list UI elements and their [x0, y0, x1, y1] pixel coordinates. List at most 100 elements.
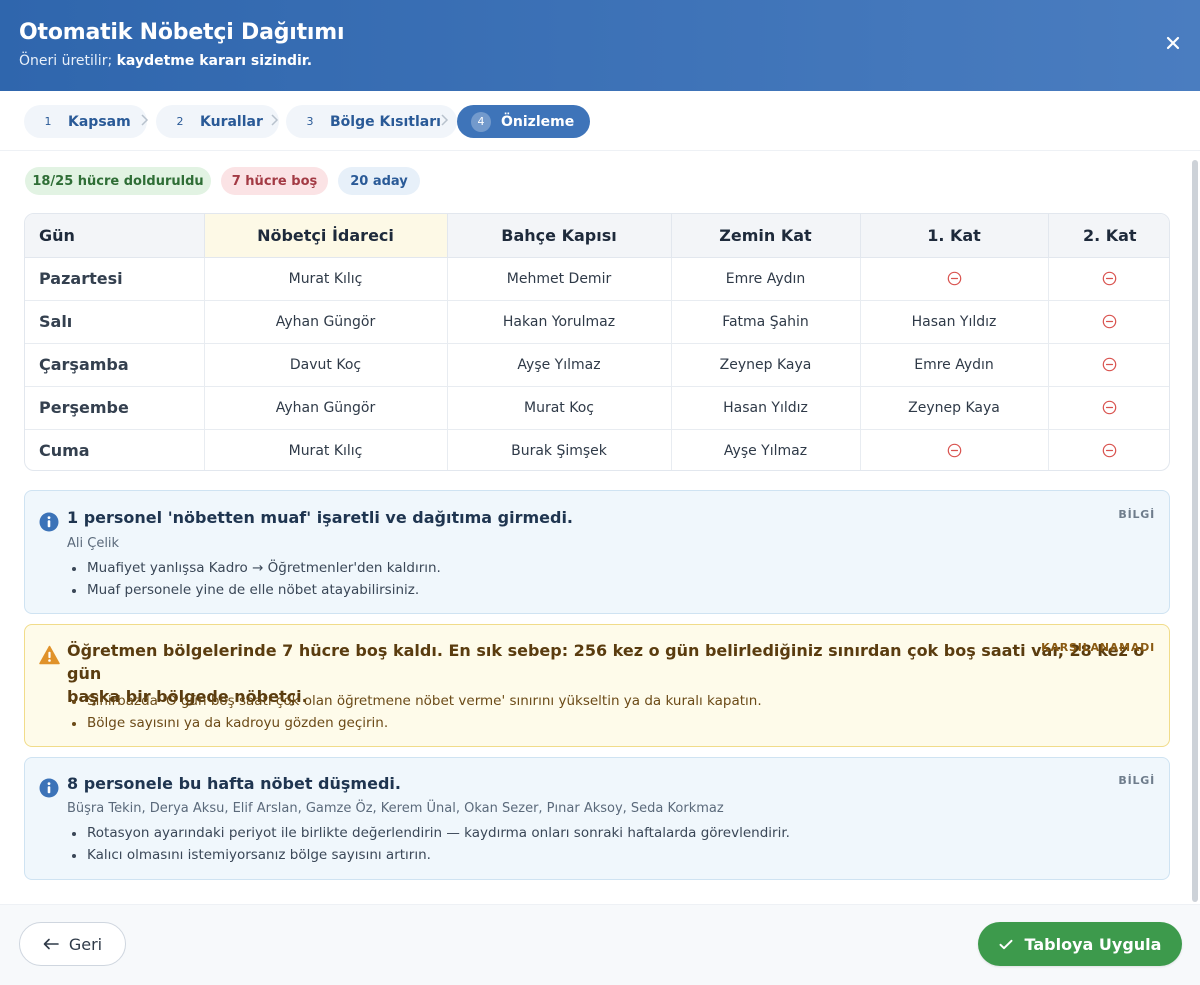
- assignment-cell[interactable]: Hakan Yorulmaz: [447, 300, 672, 344]
- info-icon: [39, 512, 59, 532]
- column-header: Bahçe Kapısı: [447, 214, 672, 258]
- info-icon: [39, 778, 59, 798]
- step-number: 3: [306, 115, 314, 128]
- table-row: Salı Ayhan Güngör Hakan Yorulmaz Fatma Şahi…: [25, 300, 1169, 344]
- minus-circle-icon: [1102, 443, 1117, 458]
- day-cell: Çarşamba: [25, 343, 205, 387]
- step-onizleme[interactable]: 4 Önizleme: [457, 105, 591, 138]
- notice-title: 1 personel 'nöbetten muaf' işaretli ve d…: [67, 508, 574, 527]
- empty-assignment-cell[interactable]: [1048, 300, 1169, 344]
- column-header: Nöbetçi İdareci: [204, 214, 448, 258]
- minus-circle-icon: [1102, 400, 1117, 415]
- step-label: Kapsam: [68, 113, 131, 130]
- day-cell: Cuma: [25, 429, 205, 470]
- chevron-right-icon: [141, 114, 149, 126]
- table-row: Pazartesi Murat Kılıç Mehmet Demir Emre Ayd…: [25, 257, 1169, 301]
- assignment-cell[interactable]: Ayşe Yılmaz: [447, 343, 672, 387]
- step-bolge-kisitlari[interactable]: 3 Bölge Kısıtları: [286, 105, 457, 138]
- dialog-title: Otomatik Nöbetçi Dağıtımı: [19, 20, 345, 45]
- minus-circle-icon: [1102, 314, 1117, 329]
- close-icon[interactable]: [1165, 35, 1181, 51]
- empty-count-badge: 7 hücre boş: [221, 167, 328, 195]
- notice-bullets: Sihirbazda 'O gün boş saati çok olan öğr…: [67, 691, 762, 734]
- minus-circle-icon: [1102, 357, 1117, 372]
- assignment-cell[interactable]: Zeynep Kaya: [671, 343, 861, 387]
- assignment-cell[interactable]: Hasan Yıldız: [860, 300, 1049, 344]
- notice-names: Ali Çelik: [67, 536, 120, 551]
- empty-assignment-cell[interactable]: [860, 257, 1049, 301]
- table-header-row: Gün Nöbetçi İdareci Bahçe Kapısı Zemin K…: [25, 214, 1169, 258]
- minus-circle-icon: [1102, 271, 1117, 286]
- empty-assignment-cell[interactable]: [1048, 343, 1169, 387]
- step-number: 1: [44, 115, 52, 128]
- dialog-subtitle: Öneri üretilir; kaydetme kararı sizindir…: [19, 53, 312, 69]
- assignment-cell[interactable]: Davut Koç: [204, 343, 448, 387]
- notice-badge: BİLGİ: [1118, 508, 1155, 521]
- assignment-cell[interactable]: Fatma Şahin: [671, 300, 861, 344]
- column-header: 1. Kat: [860, 214, 1049, 258]
- apply-button-label: Tabloya Uygula: [1024, 934, 1162, 954]
- empty-assignment-cell[interactable]: [860, 429, 1049, 470]
- assignment-cell[interactable]: Zeynep Kaya: [860, 386, 1049, 430]
- assignment-cell[interactable]: Ayhan Güngör: [204, 386, 448, 430]
- empty-assignment-cell[interactable]: [1048, 429, 1169, 470]
- notice-bullet: Kalıcı olmasını istemiyorsanız bölge say…: [67, 845, 790, 867]
- minus-circle-icon: [947, 271, 961, 286]
- day-cell: Pazartesi: [25, 257, 205, 301]
- assignment-cell[interactable]: Ayşe Yılmaz: [671, 429, 861, 470]
- notice-bullet: Muaf personele yine de elle nöbet atayab…: [67, 580, 441, 602]
- assignment-cell[interactable]: Murat Koç: [447, 386, 672, 430]
- notice-names: Büşra Tekin, Derya Aksu, Elif Arslan, Ga…: [67, 801, 724, 816]
- wizard-stepper: 1 Kapsam 2 Kurallar 3 Bölge Kısıtları 4 …: [0, 91, 1200, 151]
- assignment-cell[interactable]: Ayhan Güngör: [204, 300, 448, 344]
- day-cell: Salı: [25, 300, 205, 344]
- table-row: Çarşamba Davut Koç Ayşe Yılmaz Zeynep Kaya E…: [25, 343, 1169, 387]
- chevron-right-icon: [441, 114, 449, 126]
- assignment-cell[interactable]: Burak Şimşek: [447, 429, 672, 470]
- arrow-left-icon: [43, 938, 59, 950]
- dialog-header: Otomatik Nöbetçi Dağıtımı Öneri üretilir…: [0, 0, 1200, 91]
- assignment-cell[interactable]: Murat Kılıç: [204, 257, 448, 301]
- notice-empty-cells-warning: Öğretmen bölgelerinde 7 hücre boş kaldı.…: [24, 624, 1170, 747]
- step-label: Önizleme: [501, 113, 575, 130]
- step-kapsam[interactable]: 1 Kapsam: [24, 105, 147, 138]
- candidate-count-badge: 20 aday: [338, 167, 420, 195]
- day-cell: Perşembe: [25, 386, 205, 430]
- back-button[interactable]: Geri: [19, 922, 126, 966]
- table-row: Perşembe Ayhan Güngör Murat Koç Hasan Yıldı…: [25, 386, 1169, 430]
- table-row: Cuma Murat Kılıç Burak Şimşek Ayşe Yılmaz: [25, 429, 1169, 470]
- notice-unassigned-staff: 8 personele bu hafta nöbet düşmedi. BİLG…: [24, 757, 1170, 880]
- notice-bullet: Bölge sayısını ya da kadroyu gözden geçi…: [67, 713, 762, 735]
- column-header: Gün: [25, 214, 205, 258]
- check-icon: [999, 939, 1013, 949]
- notice-bullet: Muafiyet yanlışsa Kadro → Öğretmenler'de…: [67, 558, 441, 580]
- empty-assignment-cell[interactable]: [1048, 386, 1169, 430]
- apply-to-table-button[interactable]: Tabloya Uygula: [978, 922, 1182, 966]
- notice-exempt-staff: 1 personel 'nöbetten muaf' işaretli ve d…: [24, 490, 1170, 614]
- assignment-cell[interactable]: Emre Aydın: [671, 257, 861, 301]
- empty-assignment-cell[interactable]: [1048, 257, 1169, 301]
- assignment-cell[interactable]: Murat Kılıç: [204, 429, 448, 470]
- assignment-cell[interactable]: Emre Aydın: [860, 343, 1049, 387]
- notice-title-line: Öğretmen bölgelerinde 7 hücre boş kaldı.…: [67, 641, 1145, 683]
- subtitle-emphasis: kaydetme kararı sizindir.: [116, 53, 313, 69]
- notice-bullets: Muafiyet yanlışsa Kadro → Öğretmenler'de…: [67, 558, 441, 601]
- step-number: 2: [176, 115, 184, 128]
- assignment-cell[interactable]: Hasan Yıldız: [671, 386, 861, 430]
- back-button-label: Geri: [68, 934, 103, 954]
- step-kurallar[interactable]: 2 Kurallar: [156, 105, 279, 138]
- subtitle-text: Öneri üretilir;: [19, 53, 117, 69]
- minus-circle-icon: [947, 443, 961, 458]
- step-label: Bölge Kısıtları: [330, 113, 441, 130]
- notice-badge: KARŞILANAMADI: [1041, 641, 1155, 654]
- step-label: Kurallar: [200, 113, 263, 130]
- column-header: 2. Kat: [1048, 214, 1169, 258]
- scrollbar-thumb[interactable]: [1192, 160, 1198, 902]
- warning-icon: [39, 645, 60, 665]
- duty-schedule-table: Gün Nöbetçi İdareci Bahçe Kapısı Zemin K…: [24, 213, 1170, 471]
- step-number: 4: [471, 111, 491, 132]
- assignment-cell[interactable]: Mehmet Demir: [447, 257, 672, 301]
- notice-badge: BİLGİ: [1118, 774, 1155, 787]
- notice-bullet: Sihirbazda 'O gün boş saati çok olan öğr…: [67, 691, 762, 713]
- notice-title: 8 personele bu hafta nöbet düşmedi.: [67, 774, 401, 793]
